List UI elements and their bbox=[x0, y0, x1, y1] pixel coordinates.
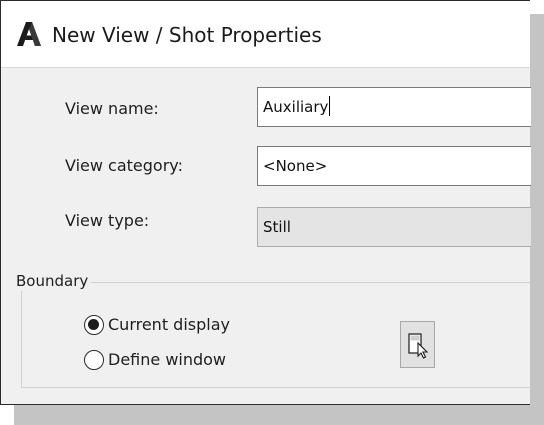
boundary-group-label: Boundary bbox=[13, 271, 92, 291]
define-window-radio[interactable]: Define window bbox=[84, 349, 264, 371]
define-window-pick-button[interactable] bbox=[400, 321, 435, 368]
current-display-radio[interactable]: Current display bbox=[84, 314, 264, 336]
view-category-label: View category: bbox=[65, 156, 183, 175]
view-type-dropdown[interactable]: Still bbox=[257, 207, 531, 247]
title-bar: New View / Shot Properties bbox=[1, 1, 530, 68]
radio-unselected-icon bbox=[84, 350, 104, 370]
text-caret bbox=[329, 96, 331, 116]
view-category-value: <None> bbox=[263, 157, 328, 175]
current-display-label: Current display bbox=[108, 315, 230, 334]
define-window-cursor-icon bbox=[408, 333, 429, 359]
view-type-label: View type: bbox=[65, 211, 150, 230]
radio-selected-icon bbox=[84, 315, 104, 335]
radio-dot-icon bbox=[88, 319, 99, 330]
view-name-label: View name: bbox=[65, 99, 159, 118]
view-name-input[interactable]: Auxiliary bbox=[257, 87, 531, 127]
autocad-logo-icon bbox=[17, 22, 41, 46]
view-type-value: Still bbox=[263, 218, 291, 236]
new-view-dialog: New View / Shot Properties View name: Au… bbox=[0, 0, 531, 405]
define-window-label: Define window bbox=[108, 350, 227, 369]
dialog-shadow-bottom bbox=[14, 405, 544, 425]
view-category-dropdown[interactable]: <None> bbox=[257, 146, 531, 186]
dialog-title: New View / Shot Properties bbox=[52, 23, 322, 47]
view-name-value: Auxiliary bbox=[263, 98, 329, 116]
dialog-shadow-right bbox=[530, 14, 544, 405]
